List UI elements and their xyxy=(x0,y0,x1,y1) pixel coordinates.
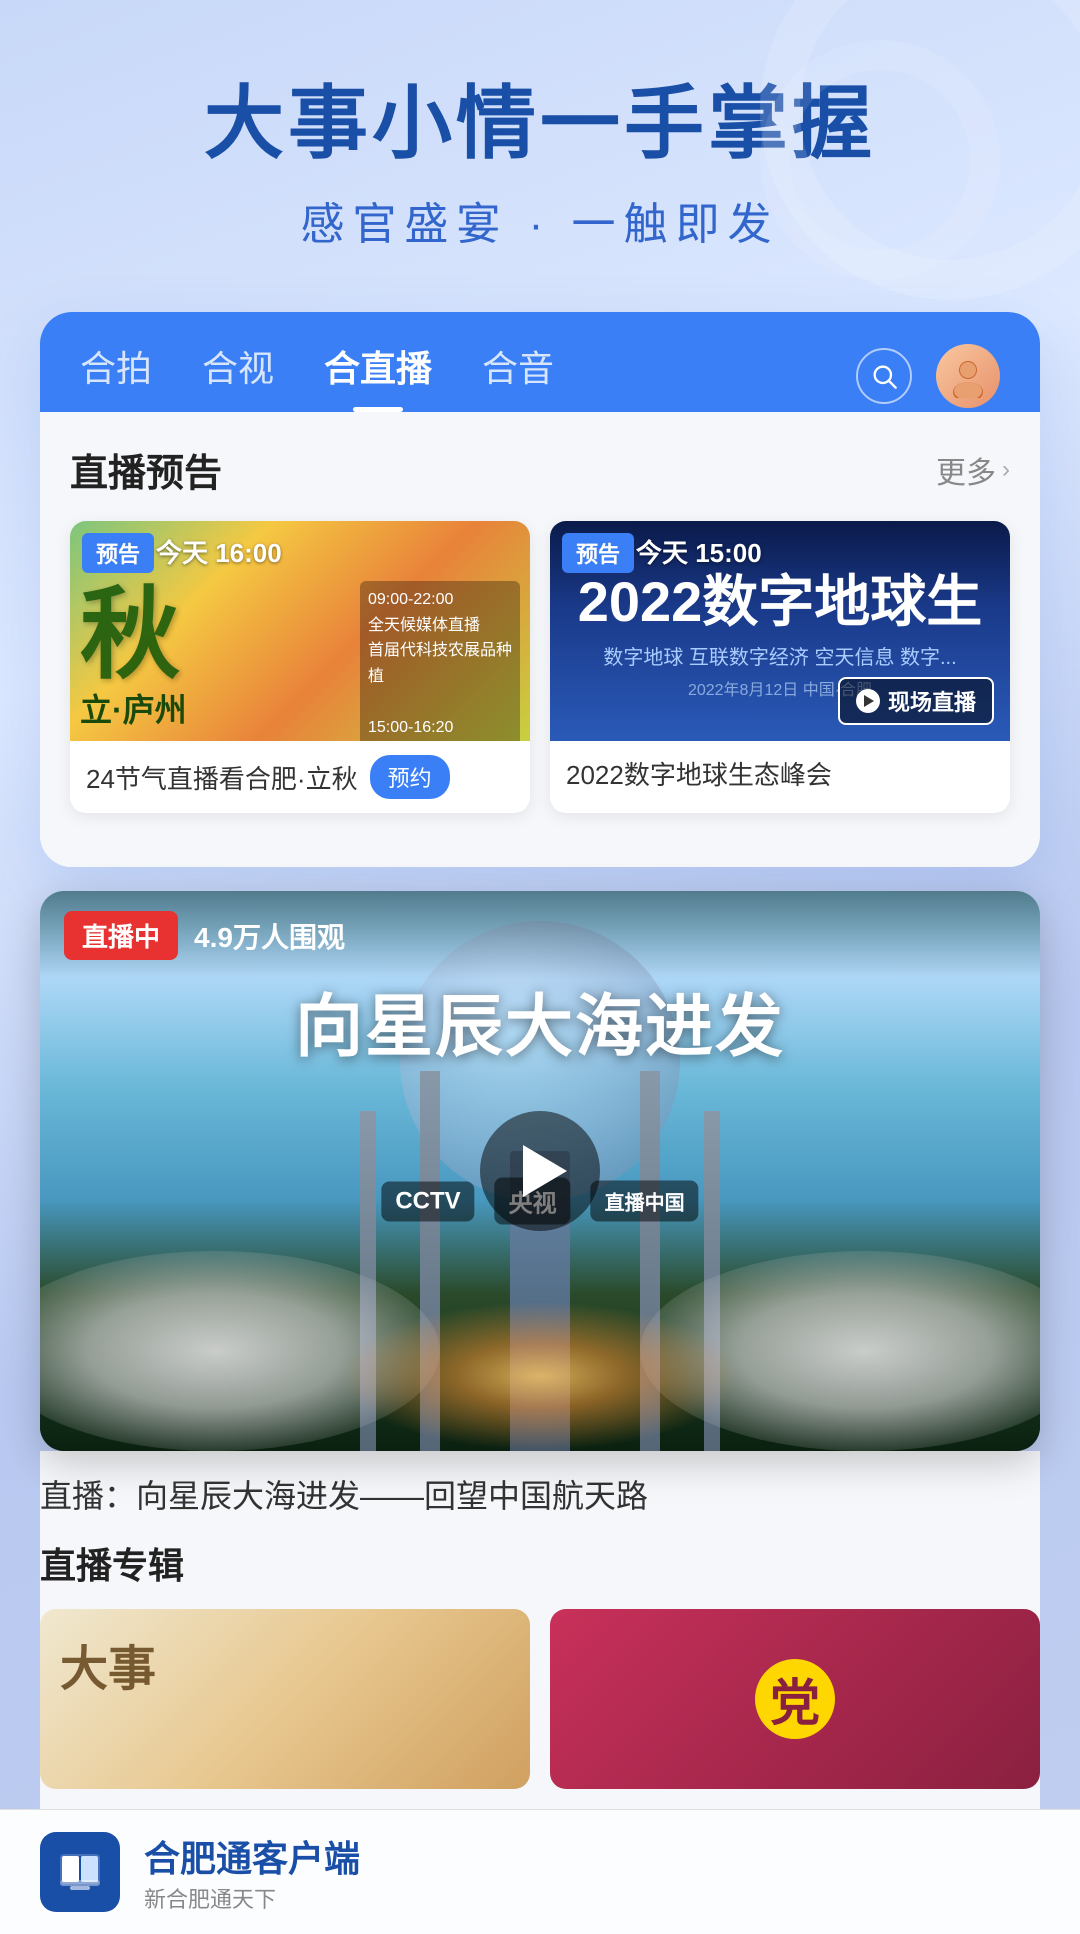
preview-grid: 预告 今天 16:00 秋 立·庐州 09:00-22:00全天候媒体直播首届代… xyxy=(70,521,1010,813)
more-link[interactable]: 更多 › xyxy=(936,448,1010,492)
tab-heyin[interactable]: 合音 xyxy=(482,340,554,412)
app-logo xyxy=(40,1832,120,1912)
app-logo-icon xyxy=(52,1844,108,1900)
preview-card-2[interactable]: 预告 今天 15:00 2022数字地球生 数字地球 互联数字经济 空天信息 数… xyxy=(550,521,1010,813)
video-title-overlay: 向星辰大海进发 xyxy=(40,971,1040,1070)
cctv-logo: CCTV xyxy=(381,1181,474,1221)
live-preview-title: 直播预告 xyxy=(70,442,222,497)
avatar-image xyxy=(946,354,990,398)
preview-thumb-2: 预告 今天 15:00 2022数字地球生 数字地球 互联数字经济 空天信息 数… xyxy=(550,521,1010,741)
live-preview-header: 直播预告 更多 › xyxy=(70,442,1010,497)
live-badge-red: 直播中 xyxy=(64,911,178,960)
preview-caption-2: 2022数字地球生态峰会 xyxy=(550,741,1010,806)
video-title-cn: 向星辰大海进发 xyxy=(40,971,1040,1070)
reserve-button-1[interactable]: 预约 xyxy=(370,755,450,799)
main-card: 合拍 合视 合直播 合音 直播预告 xyxy=(40,312,1040,867)
app-tagline: 新合肥通天下 xyxy=(144,1882,360,1914)
live-video-card[interactable]: 直播中 4.9万人围观 向星辰大海进发 CCTV xyxy=(40,891,1040,1451)
preview-time-2: 今天 15:00 xyxy=(636,533,762,570)
special-card-2[interactable]: 党 xyxy=(550,1609,1040,1789)
smoke-center xyxy=(340,1301,740,1451)
hero-title: 大事小情一手掌握 xyxy=(60,80,1020,168)
preview-caption-1: 24节气直播看合肥·立秋 预约 xyxy=(70,741,530,813)
party-emblem: 党 xyxy=(755,1659,835,1739)
live-video-section: 直播中 4.9万人围观 向星辰大海进发 CCTV xyxy=(40,891,1040,1809)
app-info: 合肥通客户端 新合肥通天下 xyxy=(144,1830,360,1914)
live-caption: 直播：向星辰大海进发——回望中国航天路 xyxy=(40,1471,1040,1517)
schedule-text: 09:00-22:00全天候媒体直播首届代科技农展品种植15:00-16:20互… xyxy=(360,581,520,741)
live-special-title: 直播专辑 xyxy=(40,1537,1040,1589)
live-video-header: 直播中 4.9万人围观 xyxy=(40,891,1040,980)
user-avatar[interactable] xyxy=(936,344,1000,408)
zhibo-logo: 直播中国 xyxy=(591,1181,699,1222)
app-name: 合肥通客户端 xyxy=(144,1830,360,1882)
preview-badge-1: 预告 xyxy=(82,533,154,573)
search-button[interactable] xyxy=(856,348,912,404)
special-card-1[interactable]: 大事 xyxy=(40,1609,530,1789)
preview-thumb-1: 预告 今天 16:00 秋 立·庐州 09:00-22:00全天候媒体直播首届代… xyxy=(70,521,530,741)
live-badge-2: 现场直播 xyxy=(838,677,994,725)
live-viewers: 4.9万人围观 xyxy=(194,916,345,956)
preview-card-1[interactable]: 预告 今天 16:00 秋 立·庐州 09:00-22:00全天候媒体直播首届代… xyxy=(70,521,530,813)
tab-right-actions xyxy=(856,344,1000,408)
preview-badge-2: 预告 xyxy=(562,533,634,573)
search-icon xyxy=(870,362,898,390)
bottom-bar: 合肥通客户端 新合肥通天下 xyxy=(0,1809,1080,1934)
hero-subtitle: 感官盛宴 · 一触即发 xyxy=(60,188,1020,252)
bottom-preview-grid: 大事 党 xyxy=(40,1609,1040,1789)
preview-time-1: 今天 16:00 xyxy=(156,533,282,570)
tab-heshi[interactable]: 合视 xyxy=(202,340,274,412)
play-button[interactable] xyxy=(480,1111,600,1231)
tab-bar: 合拍 合视 合直播 合音 xyxy=(40,312,1040,412)
chevron-right-icon: › xyxy=(1002,456,1010,484)
below-live: 直播：向星辰大海进发——回望中国航天路 直播专辑 大事 党 xyxy=(40,1451,1040,1809)
tab-hepai[interactable]: 合拍 xyxy=(80,340,152,412)
tab-hezhibo[interactable]: 合直播 xyxy=(324,340,432,412)
play-icon-small xyxy=(856,689,880,713)
hero-section: 大事小情一手掌握 感官盛宴 · 一触即发 xyxy=(0,0,1080,292)
content-area: 直播预告 更多 › 预告 今天 16:00 秋 立·庐州 xyxy=(40,412,1040,867)
